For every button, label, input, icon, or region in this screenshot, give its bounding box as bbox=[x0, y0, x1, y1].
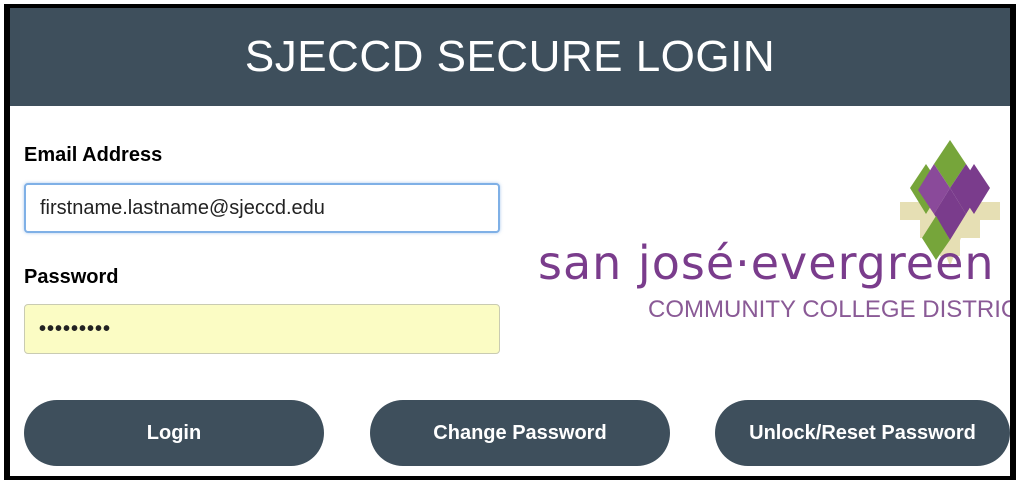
logo-wordmark: san josé·evergreen bbox=[538, 236, 995, 290]
unlock-reset-password-button[interactable]: Unlock/Reset Password bbox=[715, 400, 1010, 466]
change-password-button[interactable]: Change Password bbox=[370, 400, 670, 466]
login-panel: SJECCD SECURE LOGIN Email Address Passwo… bbox=[4, 4, 1016, 480]
logo-subtitle: COMMUNITY COLLEGE DISTRICT bbox=[648, 296, 1016, 323]
password-label: Password bbox=[24, 266, 119, 288]
email-input[interactable] bbox=[24, 183, 500, 233]
sjeccd-logo: san josé·evergreen COMMUNITY COLLEGE DIS… bbox=[530, 134, 1010, 334]
login-button[interactable]: Login bbox=[24, 400, 324, 466]
page-title: SJECCD SECURE LOGIN bbox=[10, 8, 1010, 106]
email-label: Email Address bbox=[24, 144, 163, 166]
password-input[interactable] bbox=[24, 304, 500, 354]
